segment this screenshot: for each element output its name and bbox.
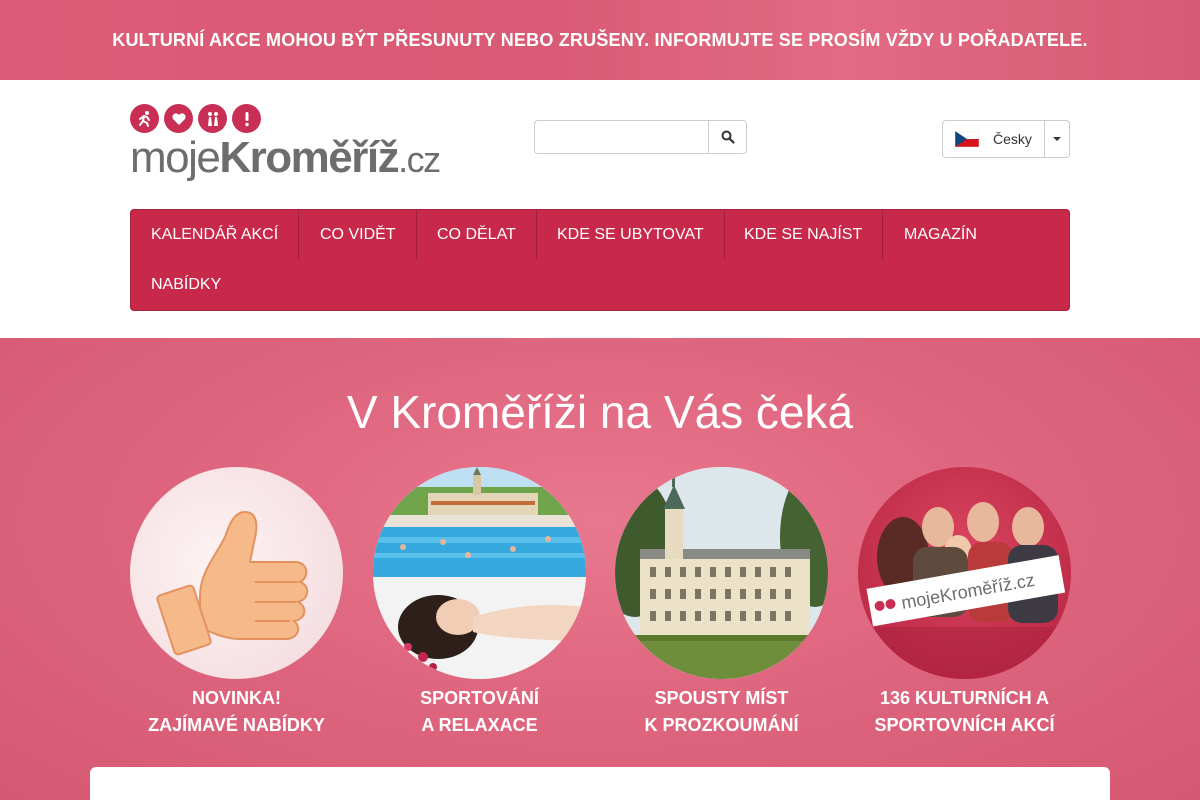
- search-form: [534, 120, 747, 154]
- search-button[interactable]: [708, 120, 747, 154]
- caret-down-icon: [1053, 137, 1061, 141]
- search-input[interactable]: [534, 120, 708, 154]
- logo-text-moje: moje: [130, 133, 221, 182]
- czech-flag-icon: [955, 131, 979, 147]
- nav-item-activities[interactable]: CO DĚLAT: [417, 210, 537, 260]
- feature-label-line1: NOVINKA!: [192, 688, 281, 708]
- feature-sport-relax[interactable]: SPORTOVÁNÍ A RELAXACE: [373, 467, 586, 739]
- notice-banner: KULTURNÍ AKCE MOHOU BÝT PŘESUNUTY NEBO Z…: [0, 0, 1200, 80]
- nav-label: NABÍDKY: [151, 276, 222, 293]
- feature-label: SPOUSTY MÍST K PROZKOUMÁNÍ: [615, 685, 828, 739]
- logo-text-domain: .cz: [398, 139, 441, 180]
- site-header: mojeKroměříž.cz Česky KALENDÁŘ AKCÍ CO V…: [0, 80, 1200, 338]
- feature-label-line2: K PROZKOUMÁNÍ: [644, 715, 799, 735]
- heart-icon: [164, 104, 193, 133]
- nav-item-dining[interactable]: KDE SE NAJÍST: [724, 210, 884, 260]
- feature-label-line2: A RELAXACE: [421, 715, 538, 735]
- nav-item-accommodation[interactable]: KDE SE UBYTOVAT: [537, 210, 725, 260]
- language-button[interactable]: Česky: [942, 120, 1045, 158]
- feature-image-pool-spa: [373, 467, 586, 679]
- feature-label-line2: SPORTOVNÍCH AKCÍ: [874, 715, 1055, 735]
- feature-image-chateau: [615, 467, 828, 679]
- pool-photo-icon: [373, 467, 586, 679]
- feature-label: 136 KULTURNÍCH A SPORTOVNÍCH AKCÍ: [858, 685, 1071, 739]
- feature-image-people: mojeKroměříž.cz: [858, 467, 1071, 679]
- language-selector: Česky: [942, 120, 1070, 158]
- logo-icons: [130, 104, 430, 133]
- main-navigation: KALENDÁŘ AKCÍ CO VIDĚT CO DĚLAT KDE SE U…: [130, 209, 1070, 311]
- nav-label: CO VIDĚT: [320, 226, 396, 243]
- nav-label: CO DĚLAT: [437, 226, 516, 243]
- feature-places[interactable]: SPOUSTY MÍST K PROZKOUMÁNÍ: [615, 467, 828, 739]
- notice-text: KULTURNÍ AKCE MOHOU BÝT PŘESUNUTY NEBO Z…: [112, 29, 1088, 50]
- chateau-photo-icon: [615, 467, 828, 679]
- nav-label: KDE SE UBYTOVAT: [557, 226, 704, 243]
- couple-icon: [198, 104, 227, 133]
- logo-wordmark: mojeKroměříž.cz: [130, 133, 441, 184]
- feature-label-line1: SPOUSTY MÍST: [654, 688, 789, 708]
- site-logo[interactable]: mojeKroměříž.cz: [130, 104, 441, 186]
- hero-title: V Kroměříži na Vás čeká: [346, 386, 854, 438]
- nav-item-calendar[interactable]: KALENDÁŘ AKCÍ: [131, 210, 300, 260]
- search-icon: [721, 130, 735, 144]
- feature-label: SPORTOVÁNÍ A RELAXACE: [373, 685, 586, 739]
- nav-item-offers[interactable]: NABÍDKY: [131, 260, 241, 310]
- feature-label-line2: ZAJÍMAVÉ NABÍDKY: [148, 715, 325, 735]
- people-photo-icon: mojeKroměříž.cz: [858, 502, 1071, 679]
- nav-label: KALENDÁŘ AKCÍ: [151, 226, 279, 243]
- nav-item-sights[interactable]: CO VIDĚT: [300, 210, 417, 260]
- feature-label-line1: 136 KULTURNÍCH A: [879, 688, 1049, 708]
- language-label: Česky: [993, 131, 1032, 147]
- nav-label: MAGAZÍN: [904, 226, 977, 243]
- language-dropdown-toggle[interactable]: [1045, 120, 1070, 158]
- exclamation-icon: [232, 104, 261, 133]
- nav-label: KDE SE NAJÍST: [744, 226, 863, 243]
- content-card: [90, 767, 1110, 800]
- logo-text-city: Kroměříž: [219, 133, 399, 182]
- feature-label-line1: SPORTOVÁNÍ: [420, 688, 539, 708]
- feature-label: NOVINKA! ZAJÍMAVÉ NABÍDKY: [130, 685, 343, 739]
- feature-events[interactable]: mojeKroměříž.cz 136 KULTURNÍCH A SPORTOV…: [858, 467, 1071, 739]
- nav-item-magazine[interactable]: MAGAZÍN: [884, 210, 997, 260]
- thumbs-up-icon: [156, 510, 309, 656]
- hero-section: V Kroměříži na Vás čeká NOVINKA! ZAJÍMAV…: [0, 338, 1200, 800]
- feature-offers[interactable]: NOVINKA! ZAJÍMAVÉ NABÍDKY: [130, 467, 343, 739]
- feature-image-thumbs-up: [130, 467, 343, 679]
- running-person-icon: [130, 104, 159, 133]
